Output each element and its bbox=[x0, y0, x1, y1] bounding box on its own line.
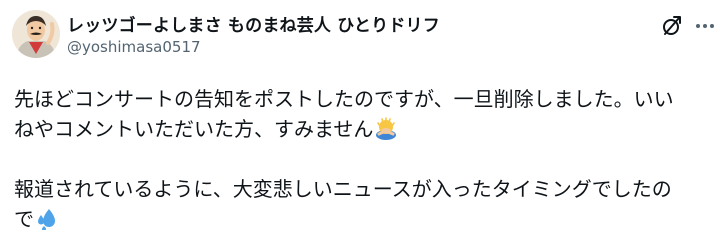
post: レッツゴーよしまさ ものまね芸人 ひとりドリフ @yoshimasa0517 先… bbox=[0, 0, 723, 252]
post-text-line: 報道されているように、大変悲しいニュースが入ったタイミングでしたの bbox=[14, 177, 672, 201]
more-dots-icon[interactable] bbox=[694, 14, 716, 38]
avatar-image bbox=[12, 10, 60, 58]
post-text: で bbox=[14, 207, 34, 231]
post-text: ねやコメントいただいた方、すみません bbox=[14, 117, 374, 141]
author-handle[interactable]: @yoshimasa0517 bbox=[67, 38, 201, 56]
post-text-line-with-emoji: ねやコメントいただいた方、すみません bbox=[14, 114, 714, 144]
sweat-droplets-emoji bbox=[35, 206, 59, 231]
author-display-name[interactable]: レッツゴーよしまさ ものまね芸人 ひとりドリフ bbox=[67, 11, 440, 36]
person-bowing-emoji bbox=[374, 116, 398, 140]
avatar[interactable] bbox=[12, 10, 60, 58]
post-text-line-with-emoji: で bbox=[14, 204, 714, 234]
grok-icon[interactable] bbox=[660, 14, 684, 38]
post-body: 先ほどコンサートの告知をポストしたのですが、一旦削除しました。いい ねやコメント… bbox=[14, 84, 714, 234]
post-text-line: 先ほどコンサートの告知をポストしたのですが、一旦削除しました。いい bbox=[14, 87, 674, 111]
